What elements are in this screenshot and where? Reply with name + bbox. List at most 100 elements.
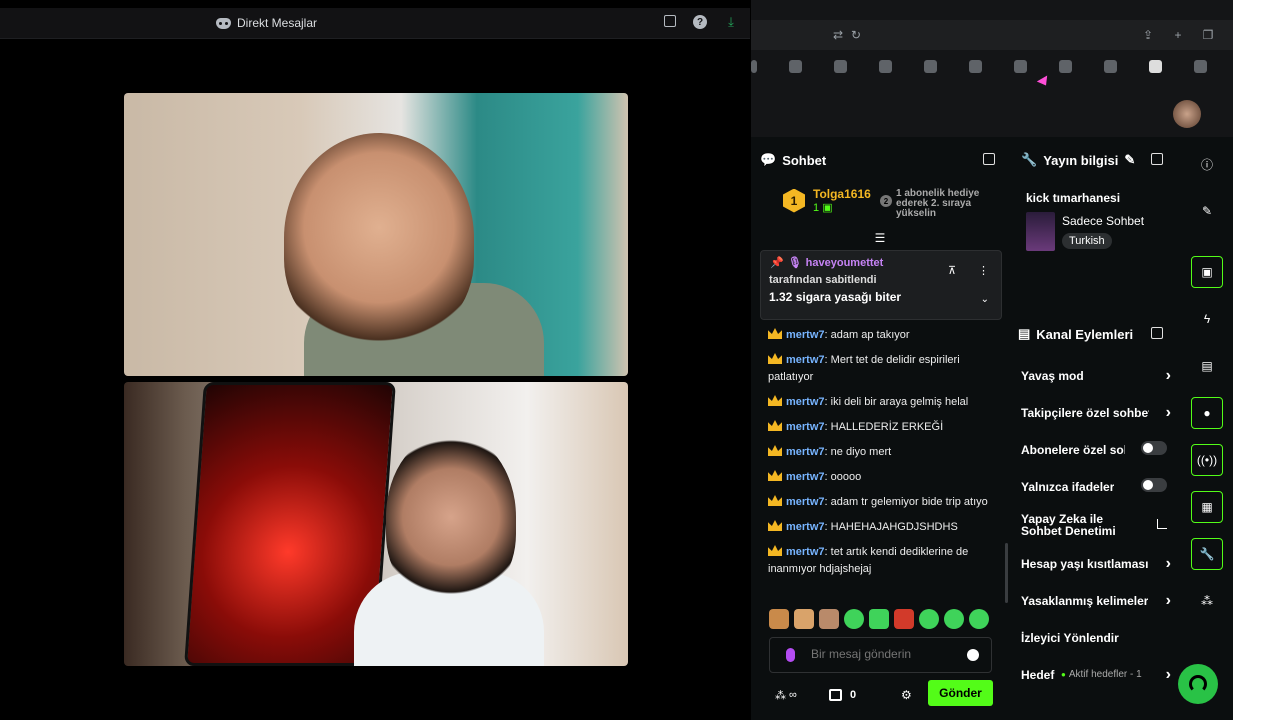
pinned-message[interactable]: 📌 🎙 haveyoumettet tarafından sabitlendi … [760,250,1002,320]
action-ai-moderation[interactable]: Yapay Zeka ile Sohbet Denetimi [1021,513,1171,553]
user-avatar[interactable] [1173,100,1201,128]
stream-info-header: 🔧 Yayın bilgisi ✎ [1021,152,1135,168]
chevron-right-icon: › [1165,592,1171,609]
broadcast-icon[interactable]: ((•)) [1191,444,1223,476]
leader-username[interactable]: Tolga1616 [813,187,871,201]
emote-icon[interactable] [794,609,814,629]
widgets-icon[interactable]: ⁂ [1191,585,1223,617]
chat-username[interactable]: mertw7 [786,496,825,508]
action-raid[interactable]: İzleyici Yönlendir [1021,627,1171,664]
emote-icon[interactable] [894,609,914,629]
lightning-icon[interactable]: ϟ [1191,303,1223,335]
action-followers-only[interactable]: Takipçilere özel sohbet › [1021,402,1171,439]
bookmark-icon[interactable] [879,60,892,73]
emotes-only-toggle[interactable] [1141,478,1167,492]
chat-username[interactable]: mertw7 [786,546,825,558]
chat-message-input[interactable] [811,647,961,661]
activity-feed-icon[interactable]: ▦ [1191,491,1223,523]
translate-icon[interactable]: ⇄ [831,28,845,42]
emote-icon[interactable] [819,609,839,629]
action-slow-mode[interactable]: Yavaş mod › [1021,365,1171,402]
chat-message[interactable]: mertw7: iki deli bir araya gelmiş helal [768,394,1000,411]
chat-filter-icon[interactable]: ☰ [874,231,886,245]
crown-badge-icon [768,420,782,431]
more-options-icon[interactable]: ⋮ [978,264,989,277]
discord-icon [216,17,231,29]
chat-message[interactable]: mertw7: Mert tet de delidir espirileri p… [768,352,1000,386]
bookmark-icon[interactable] [751,60,757,73]
channel-points-button[interactable]: ⁂ ∞ [775,689,797,702]
chat-message[interactable]: mertw7: adam tr gelemiyor bide trip atıy… [768,494,1000,511]
chat-message[interactable]: mertw7: ne diyo mert [768,444,1000,461]
download-icon[interactable]: ⤓ [724,14,738,29]
youtube-bookmark-icon[interactable] [969,60,982,73]
chat-header-label: Sohbet [782,152,827,168]
emote-icon[interactable] [944,609,964,629]
inbox-icon[interactable] [664,15,676,27]
popout-icon[interactable] [983,153,995,165]
category-thumbnail[interactable] [1026,212,1055,251]
chevron-down-icon[interactable]: ⌄ [981,294,989,305]
chat-message[interactable]: mertw7: HALLEDERİZ ERKEĞİ [768,419,1000,436]
bookmark-icon[interactable] [1149,60,1162,73]
pencil-icon[interactable]: ✎ [1191,195,1223,227]
google-bookmark-icon[interactable] [1104,60,1117,73]
pinned-by-user: 📌 🎙 haveyoumettet [770,256,884,270]
chat-scrollbar[interactable] [1005,543,1008,603]
youtube-bookmark-icon[interactable] [1059,60,1072,73]
info-icon[interactable]: ⓘ [1191,148,1223,180]
emote-icon[interactable] [869,609,889,629]
video-tile-remote[interactable] [124,93,628,376]
bookmark-icon[interactable] [789,60,802,73]
bookmark-icon[interactable] [834,60,847,73]
wrench-icon[interactable]: 🔧 [1191,538,1223,570]
chat-username[interactable]: mertw7 [786,396,825,408]
google-bookmark-icon[interactable] [1194,60,1207,73]
chat-input-box[interactable] [769,637,992,673]
chat-message[interactable]: mertw7: adam ap takıyor [768,327,1000,344]
chat-message-text: ooooo [830,471,862,483]
address-bar[interactable]: ⇄ ↻ ⇪ + ❐ [751,20,1233,50]
store-button[interactable]: 0 [829,689,856,701]
microphone-icon[interactable] [786,648,795,662]
chat-message[interactable]: mertw7: ooooo [768,469,1000,486]
chat-username[interactable]: mertw7 [786,421,825,433]
stream-category[interactable]: Sadece Sohbet [1062,214,1144,228]
action-banned-words[interactable]: Yasaklanmış kelimeler › [1021,590,1171,627]
chat-username[interactable]: mertw7 [786,446,825,458]
emoji-picker-icon[interactable] [967,649,979,661]
youtube-bookmark-icon[interactable] [1014,60,1027,73]
chat-username[interactable]: mertw7 [786,471,825,483]
action-goals[interactable]: HedeflerAktif hedefler - 1› [1021,664,1171,701]
tabs-overview-icon[interactable]: ❐ [1201,28,1215,42]
popout-icon[interactable] [1151,327,1163,339]
chat-icon[interactable]: ● [1191,397,1223,429]
share-icon[interactable]: ⇪ [1141,28,1155,42]
send-button[interactable]: Gönder [928,680,993,706]
action-subscribers-only[interactable]: Abonelere özel sohbet [1021,439,1171,476]
popout-icon[interactable] [1151,153,1163,165]
gear-icon[interactable]: ⚙ [901,688,912,702]
unpin-icon[interactable]: ⊼ [948,264,956,277]
subscribers-only-toggle[interactable] [1141,441,1167,455]
chat-message[interactable]: mertw7: tet artık kendi dediklerine de i… [768,544,1000,578]
chat-username[interactable]: mertw7 [786,521,825,533]
chat-message[interactable]: mertw7: HAHEHAJAHGDJSHDHS [768,519,1000,536]
reload-icon[interactable]: ↻ [849,28,863,42]
screen-capture-icon[interactable]: ▣ [1191,256,1223,288]
new-tab-icon[interactable]: + [1171,28,1185,42]
emote-icon[interactable] [844,609,864,629]
emote-icon[interactable] [919,609,939,629]
help-icon[interactable]: ? [693,15,707,29]
edit-icon[interactable]: ✎ [1124,152,1135,168]
emote-icon[interactable] [769,609,789,629]
emote-icon[interactable] [969,609,989,629]
chat-username[interactable]: mertw7 [786,329,825,341]
notes-icon[interactable]: ▤ [1191,350,1223,382]
chat-username[interactable]: mertw7 [786,354,825,366]
video-tile-local[interactable] [124,382,628,666]
action-account-age[interactable]: Hesap yaşı kısıtlaması › [1021,553,1171,590]
support-button[interactable] [1178,664,1218,704]
bookmark-icon[interactable] [924,60,937,73]
action-emotes-only[interactable]: Yalnızca ifadeler [1021,476,1171,513]
